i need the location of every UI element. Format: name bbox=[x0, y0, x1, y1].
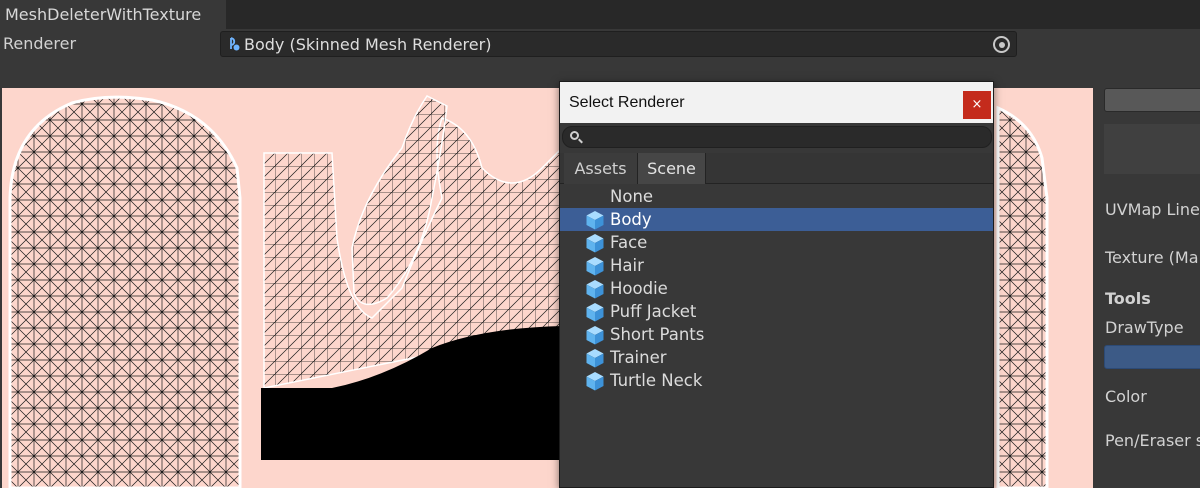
list-item-label: Hair bbox=[610, 256, 644, 275]
list-item[interactable]: Turtle Neck bbox=[560, 369, 993, 392]
cube-icon bbox=[586, 234, 604, 253]
color-label: Color bbox=[1105, 387, 1147, 406]
uv-island-right bbox=[996, 105, 1049, 488]
cube-icon bbox=[586, 280, 604, 299]
cube-icon bbox=[586, 326, 604, 345]
list-item-label: Body bbox=[610, 210, 652, 229]
dialog-title-bar: Select Renderer × bbox=[560, 82, 993, 123]
uv-island-left bbox=[8, 95, 242, 488]
list-item-label: Hoodie bbox=[610, 279, 668, 298]
tools-heading: Tools bbox=[1105, 289, 1151, 308]
list-item-label: Turtle Neck bbox=[610, 371, 703, 390]
window-title-bar: MeshDeleterWithTexture bbox=[0, 0, 1200, 29]
close-button[interactable]: × bbox=[963, 91, 991, 119]
cube-icon bbox=[586, 211, 604, 230]
cube-icon bbox=[586, 349, 604, 368]
dialog-title: Select Renderer bbox=[569, 94, 685, 111]
search-input[interactable] bbox=[562, 126, 992, 148]
drawtype-label: DrawType bbox=[1105, 318, 1184, 337]
renderer-object-field[interactable]: Body (Skinned Mesh Renderer) bbox=[220, 31, 1017, 57]
list-item[interactable]: Hoodie bbox=[560, 277, 993, 300]
list-item[interactable]: Trainer bbox=[560, 346, 993, 369]
window-tab[interactable]: MeshDeleterWithTexture bbox=[0, 0, 226, 29]
side-panel-button[interactable] bbox=[1104, 88, 1200, 112]
list-item-label: Puff Jacket bbox=[610, 302, 697, 321]
cube-icon bbox=[586, 257, 604, 276]
list-item-label: None bbox=[610, 187, 654, 206]
dialog-tabs: Assets Scene bbox=[560, 153, 993, 184]
renderer-field-value: Body (Skinned Mesh Renderer) bbox=[244, 35, 492, 54]
list-item-label: Short Pants bbox=[610, 325, 705, 344]
uvmap-line-label: UVMap Line bbox=[1105, 200, 1200, 219]
list-item-label: Trainer bbox=[610, 348, 667, 367]
tab-assets[interactable]: Assets bbox=[564, 153, 638, 184]
skinned-mesh-renderer-icon bbox=[230, 37, 240, 51]
side-panel: UVMap Line Texture (Ma Tools DrawType Co… bbox=[1096, 80, 1200, 488]
cube-icon bbox=[586, 303, 604, 322]
pen-eraser-label: Pen/Eraser s bbox=[1105, 431, 1200, 450]
renderer-label: Renderer bbox=[3, 34, 77, 53]
list-item[interactable]: Body bbox=[560, 208, 993, 231]
side-panel-box bbox=[1104, 124, 1200, 174]
texture-label: Texture (Ma bbox=[1105, 248, 1199, 267]
renderer-list: None Body Face Hair Hoodie Puff Jacket Short P… bbox=[560, 185, 993, 392]
cube-icon bbox=[586, 372, 604, 391]
list-item[interactable]: Short Pants bbox=[560, 323, 993, 346]
list-item[interactable]: Face bbox=[560, 231, 993, 254]
drawtype-toggle[interactable] bbox=[1104, 345, 1200, 369]
list-item[interactable]: Puff Jacket bbox=[560, 300, 993, 323]
list-item[interactable]: None bbox=[560, 185, 993, 208]
list-item-label: Face bbox=[610, 233, 648, 252]
object-picker-icon[interactable] bbox=[993, 36, 1010, 53]
search-icon bbox=[570, 131, 579, 140]
tab-scene[interactable]: Scene bbox=[638, 153, 706, 184]
list-item[interactable]: Hair bbox=[560, 254, 993, 277]
select-renderer-dialog: Select Renderer × Assets Scene None Body F… bbox=[559, 81, 994, 488]
